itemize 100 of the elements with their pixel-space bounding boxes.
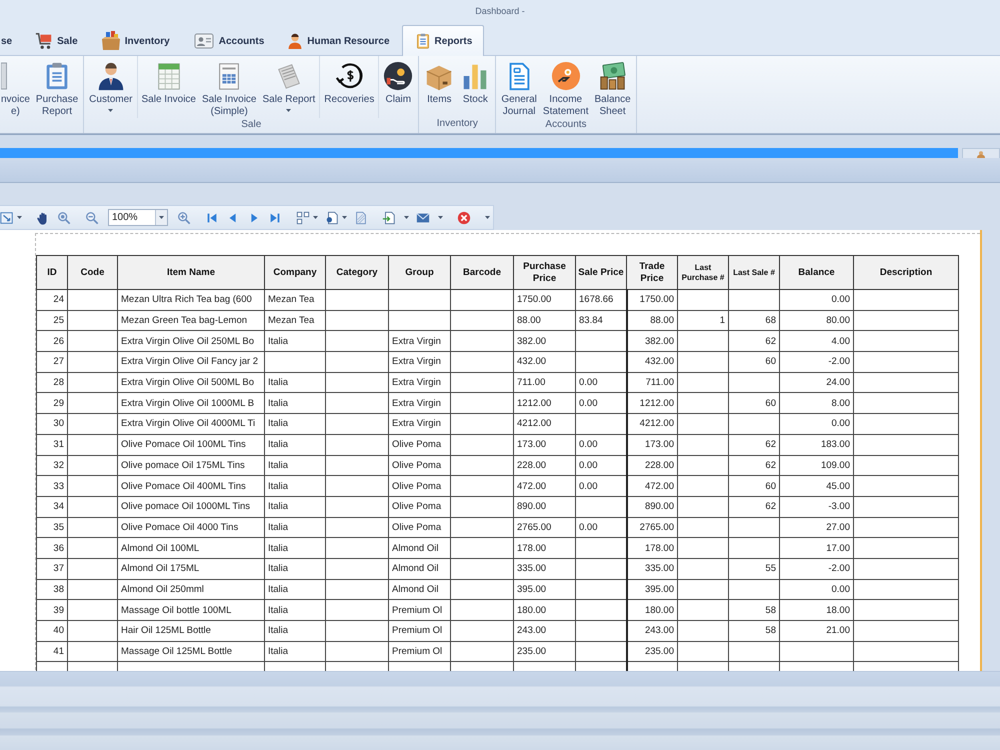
ribbon-tab[interactable]: Inventory <box>90 26 181 55</box>
table-cell: 0.00 <box>780 290 854 310</box>
table-cell: 40 <box>36 620 68 642</box>
ribbon-button[interactable]: Recoveries <box>321 56 378 118</box>
table-cell: 37 <box>36 558 68 580</box>
table-cell: 21.00 <box>780 620 854 642</box>
table-cell: 243.00 <box>514 620 576 642</box>
first-page-icon <box>205 210 219 224</box>
table-cell: Olive Poma <box>388 517 450 538</box>
caret-icon <box>159 216 164 219</box>
table-cell: Massage Oil bottle 100ML <box>118 600 264 620</box>
table-cell: Extra Virgin <box>388 372 450 393</box>
ribbon-tab[interactable]: Human Resource <box>276 26 401 55</box>
ribbon-button[interactable]: Customer <box>86 56 136 118</box>
table-cell: 4.00 <box>780 330 854 352</box>
table-cell: Italia <box>264 517 326 538</box>
table-cell: Italia <box>264 372 326 393</box>
table-cell: 173.00 <box>514 434 576 455</box>
table-cell: Italia <box>264 434 326 455</box>
ribbon-button[interactable]: Balance Sheet <box>592 56 634 118</box>
zoom-in-icon <box>177 210 191 224</box>
table-cell: 335.00 <box>626 558 678 580</box>
table-cell: 68 <box>728 310 780 331</box>
document-tab[interactable] <box>962 148 1000 158</box>
table-cell: -3.00 <box>780 496 854 518</box>
table-cell: 711.00 <box>514 372 576 393</box>
table-cell: Almond Oil 175ML <box>118 558 264 580</box>
table-cell: Italia <box>264 538 326 558</box>
table-cell: 62 <box>728 330 780 352</box>
ribbon-tab[interactable]: Reports <box>402 25 484 56</box>
table-cell: Italia <box>264 496 326 518</box>
table-cell: 382.00 <box>514 330 576 352</box>
table-cell: 2765.00 <box>514 517 576 538</box>
ribbon-button[interactable]: Sale Invoice (Simple) <box>199 56 260 118</box>
table-cell: Italia <box>264 414 326 434</box>
table-cell: 395.00 <box>626 579 678 600</box>
ribbon-button[interactable]: Claim <box>380 56 416 118</box>
table-cell: 18.00 <box>780 600 854 620</box>
ribbon-button[interactable]: Purchase Report <box>32 56 82 118</box>
table-cell: Almond Oil <box>388 558 450 580</box>
table-cell: 8.00 <box>780 392 854 414</box>
table-cell: 24 <box>36 290 68 310</box>
ribbon-group-label: Sale <box>240 118 262 132</box>
table-cell: 180.00 <box>514 600 576 620</box>
table-cell: Almond Oil 100ML <box>118 538 264 558</box>
ribbon-tab[interactable]: se <box>0 26 24 55</box>
ribbon-button[interactable]: Sale Report <box>259 56 318 118</box>
ribbon-button[interactable]: Sale Invoice <box>138 56 199 118</box>
table-cell: Massage Oil 125ML Bottle <box>118 641 264 662</box>
table-cell: Extra Virgin <box>388 330 450 352</box>
table-cell: 4212.00 <box>514 414 576 434</box>
caret-icon <box>404 216 409 219</box>
ribbon-tab[interactable]: Sale <box>24 26 89 55</box>
table-cell: 62 <box>728 455 780 476</box>
table-cell: 1 <box>678 310 728 331</box>
table-cell: 28 <box>36 372 68 393</box>
table-cell: 33 <box>36 476 68 496</box>
hand-coin-icon <box>550 61 581 91</box>
table-cell: Extra Virgin <box>388 392 450 414</box>
column-header: Company <box>264 256 326 290</box>
table-cell: 36 <box>36 538 68 558</box>
table-cell: Premium Ol <box>388 641 450 662</box>
table-cell: 88.00 <box>514 310 576 331</box>
table-cell: 41 <box>36 641 68 662</box>
money-coins-icon <box>598 61 628 91</box>
column-header: Item Name <box>118 256 264 290</box>
table-cell: 45.00 <box>780 476 854 496</box>
table-cell: 183.00 <box>780 434 854 455</box>
ribbon-button[interactable]: Items <box>421 56 458 117</box>
table-cell: Olive pomace Oil 175ML Tins <box>118 455 264 476</box>
ribbon-button[interactable]: Stock <box>457 56 494 117</box>
zoom-combo[interactable]: 100% <box>108 209 168 226</box>
dollar-arrows-icon <box>334 61 364 91</box>
table-cell: 38 <box>36 579 68 600</box>
table-cell: Premium Ol <box>388 600 450 620</box>
table-cell: Italia <box>264 392 326 414</box>
cart-icon <box>35 32 54 50</box>
ribbon-button[interactable]: Income Statement <box>540 56 592 118</box>
column-header: Trade Price <box>626 256 678 290</box>
caret-icon <box>485 216 490 219</box>
table-cell: 432.00 <box>514 352 576 372</box>
table-cell: 2765.00 <box>626 517 678 538</box>
table-cell: 711.00 <box>626 372 678 393</box>
table-cell: 472.00 <box>626 476 678 496</box>
page-setup-icon <box>325 210 339 224</box>
table-cell: Italia <box>264 455 326 476</box>
ribbon-tab[interactable]: Accounts <box>182 26 276 55</box>
table-cell: 180.00 <box>626 600 678 620</box>
table-cell: 39 <box>36 600 68 620</box>
table-cell: 178.00 <box>626 538 678 558</box>
ribbon-button[interactable]: nvoice e) <box>1 56 33 118</box>
ribbon-button[interactable]: General Journal <box>498 56 540 118</box>
id-card-icon <box>192 31 215 51</box>
table-cell: 60 <box>728 476 780 496</box>
table-cell: Extra Virgin Olive Oil 250ML Bo <box>118 330 264 352</box>
table-cell: 34 <box>36 496 68 518</box>
document-icon <box>1 61 7 91</box>
column-header: Description <box>854 256 958 290</box>
table-cell: -2.00 <box>780 352 854 372</box>
table-cell: -2.00 <box>780 558 854 580</box>
